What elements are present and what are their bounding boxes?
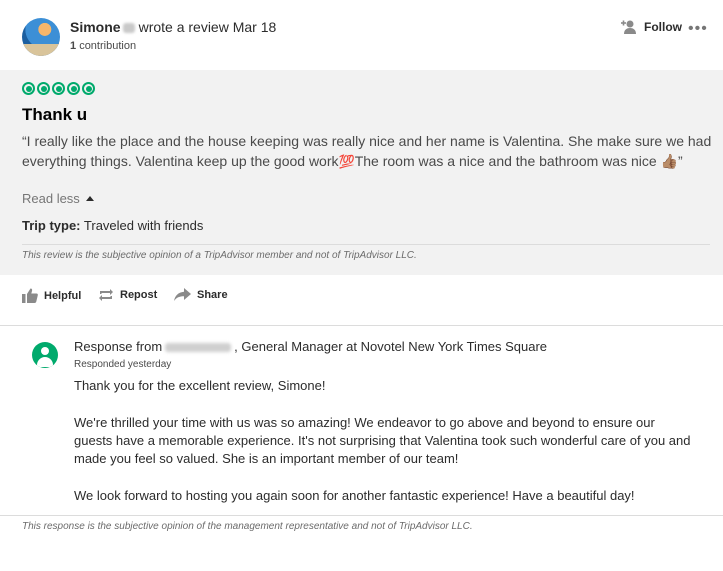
rating-bubbles xyxy=(22,82,95,95)
reviewer-avatar[interactable] xyxy=(22,18,60,56)
trip-type: Trip type: Traveled with friends xyxy=(22,218,203,233)
hundred-points-emoji-icon: 💯 xyxy=(338,154,355,169)
repost-label: Repost xyxy=(120,289,158,301)
share-label: Share xyxy=(197,288,228,301)
add-person-icon xyxy=(621,20,636,34)
response-paragraph: Thank you for the excellent review, Simo… xyxy=(74,378,326,393)
contribution-label: contribution xyxy=(79,40,137,52)
responder-avatar-icon xyxy=(32,342,58,368)
response-date: Responded yesterday xyxy=(74,359,172,370)
share-arrow-icon xyxy=(174,288,191,301)
response-from-suffix: , General Manager at Novotel New York Ti… xyxy=(234,339,548,354)
review-card: Thank u “I really like the place and the… xyxy=(0,70,723,275)
contribution-count: 1 contribution xyxy=(70,40,136,52)
repost-icon xyxy=(99,289,113,301)
read-less-label: Read less xyxy=(22,191,80,206)
trip-type-value: Traveled with friends xyxy=(83,218,204,233)
response-from-prefix: Response from xyxy=(74,339,163,354)
reviewer-line: Simone wrote a review Mar 18 xyxy=(70,19,276,35)
caret-up-icon xyxy=(85,196,94,201)
review-body: “I really like the place and the house k… xyxy=(22,131,712,172)
review-disclaimer: This review is the subjective opinion of… xyxy=(22,250,417,261)
review-title[interactable]: Thank u xyxy=(22,105,87,125)
trip-type-label: Trip type: xyxy=(22,218,81,233)
rating-bubble-icon xyxy=(52,82,65,95)
rating-bubble-icon xyxy=(67,82,80,95)
redacted-responder-blur xyxy=(165,343,232,353)
response-paragraph: We look forward to hosting you again soo… xyxy=(74,488,635,503)
follow-button[interactable]: Follow xyxy=(620,19,682,35)
rating-bubble-icon xyxy=(37,82,50,95)
contribution-number: 1 xyxy=(70,40,77,52)
share-button[interactable]: Share xyxy=(174,288,228,301)
rating-bubble-icon xyxy=(22,82,35,95)
follow-label: Follow xyxy=(644,20,682,34)
review-text-part3: ” xyxy=(677,153,683,169)
response-body: Thank you for the excellent review, Simo… xyxy=(74,377,694,524)
review-header: Simone wrote a review Mar 18 1 contributi… xyxy=(0,0,723,70)
thumbs-up-icon xyxy=(22,288,38,303)
card-divider xyxy=(22,244,710,245)
read-less-link[interactable]: Read less xyxy=(22,191,94,206)
response-divider xyxy=(0,515,723,516)
response-paragraph: We're thrilled your time with us was so … xyxy=(74,415,691,466)
section-divider xyxy=(0,325,723,326)
thumbs-up-emoji-icon: 👍🏽 xyxy=(660,153,678,169)
rating-bubble-icon xyxy=(82,82,95,95)
redacted-name-blur xyxy=(122,23,135,34)
review-date-text: wrote a review Mar 18 xyxy=(138,19,277,35)
helpful-button[interactable]: Helpful xyxy=(22,288,81,303)
repost-button[interactable]: Repost xyxy=(98,288,157,302)
response-disclaimer: This response is the subjective opinion … xyxy=(22,521,473,532)
response-from: Response from , General Manager at Novote… xyxy=(74,339,547,354)
more-options-icon[interactable]: ••• xyxy=(688,20,708,38)
review-text-part2: The room was a nice and the bathroom was… xyxy=(354,153,661,169)
reviewer-name[interactable]: Simone xyxy=(70,19,121,35)
helpful-label: Helpful xyxy=(44,289,82,302)
